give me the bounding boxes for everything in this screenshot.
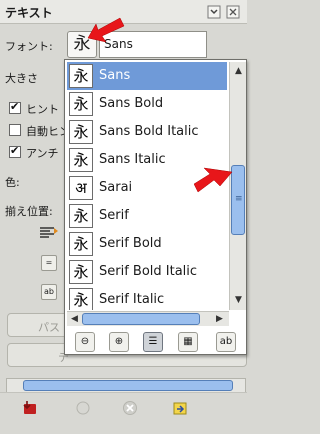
font-sample-glyph: 永 (69, 260, 93, 284)
detach-icon[interactable] (226, 5, 240, 19)
path-button-label: パス (38, 321, 60, 334)
hinting-checkbox[interactable] (9, 100, 21, 114)
font-sample-glyph: 永 (69, 148, 93, 172)
red-pointer-arrow-top (87, 17, 125, 43)
indent-button[interactable]: = (41, 255, 57, 271)
scroll-right-arrow[interactable]: ▶ (212, 312, 227, 327)
antialias-checkbox[interactable] (9, 144, 21, 158)
red-pointer-arrow-side (194, 167, 233, 193)
antialias-label: アンチ (26, 147, 59, 160)
font-sample-glyph: 永 (69, 204, 93, 228)
font-name-label: Sans (99, 68, 131, 83)
font-name-label: Sarai (99, 180, 133, 195)
scroll-up-arrow[interactable]: ▲ (231, 64, 246, 79)
font-list-item[interactable]: 永 Sans Bold (67, 90, 227, 118)
font-list-item[interactable]: 永 Serif Bold (67, 230, 227, 258)
color-label: 色: (5, 176, 20, 189)
config-icon[interactable] (207, 5, 221, 19)
font-name-label: Serif (99, 208, 129, 223)
text-preview-button[interactable]: ab (216, 332, 236, 352)
font-list-item[interactable]: 永 Serif Bold Italic (67, 258, 227, 286)
font-name-label: Serif Bold (99, 236, 162, 251)
letter-spacing-button[interactable]: ab (41, 284, 57, 300)
panel-title: テキスト (5, 6, 53, 20)
horizontal-scroll-thumb[interactable] (82, 313, 200, 325)
font-name-label: Serif Italic (99, 292, 165, 307)
scroll-left-arrow[interactable]: ◀ (67, 312, 82, 327)
zoom-in-button[interactable]: ⊕ (109, 332, 129, 352)
justify-label: 揃え位置: (5, 205, 53, 218)
font-sample-glyph: 永 (69, 64, 93, 88)
font-sample-glyph: 永 (69, 120, 93, 144)
restore-preset-icon[interactable] (75, 400, 91, 416)
grid-view-button[interactable]: ▦ (178, 332, 198, 352)
save-preset-icon[interactable] (22, 400, 38, 416)
delete-preset-icon[interactable] (122, 400, 138, 416)
grip-icon: ≡ (235, 194, 243, 204)
font-name-label: Sans Bold Italic (99, 124, 199, 139)
font-name-label: Serif Bold Italic (99, 264, 198, 279)
font-list-item[interactable]: 永 Sans (67, 62, 227, 90)
panel-scroll-thumb[interactable] (23, 380, 233, 391)
font-name-label: Sans Bold (99, 96, 164, 111)
panel-horizontal-scrollbar[interactable] (6, 378, 246, 393)
font-list-item[interactable]: 永 Serif Italic (67, 286, 227, 310)
justify-left-icon[interactable] (40, 226, 60, 240)
hinting-label: ヒント (26, 103, 59, 116)
font-sample-glyph: 永 (69, 92, 93, 116)
font-name-label: Sans Italic (99, 152, 166, 167)
list-view-button[interactable]: ☰ (143, 332, 163, 352)
autohint-checkbox[interactable] (9, 124, 21, 136)
font-list-item[interactable]: 永 Sans Bold Italic (67, 118, 227, 146)
font-sample-glyph: 永 (69, 288, 93, 310)
zoom-out-button[interactable]: ⊖ (75, 332, 95, 352)
font-list-horizontal-scrollbar[interactable]: ◀ ▶ (67, 311, 229, 326)
size-label: 大きさ (5, 72, 38, 85)
font-label: フォント: (5, 40, 53, 53)
font-sample-glyph: 永 (69, 232, 93, 256)
panel-action-bar (0, 392, 247, 432)
font-sample-glyph: अ (69, 176, 93, 200)
scroll-down-arrow[interactable]: ▼ (231, 293, 246, 308)
reset-icon[interactable] (172, 400, 188, 416)
